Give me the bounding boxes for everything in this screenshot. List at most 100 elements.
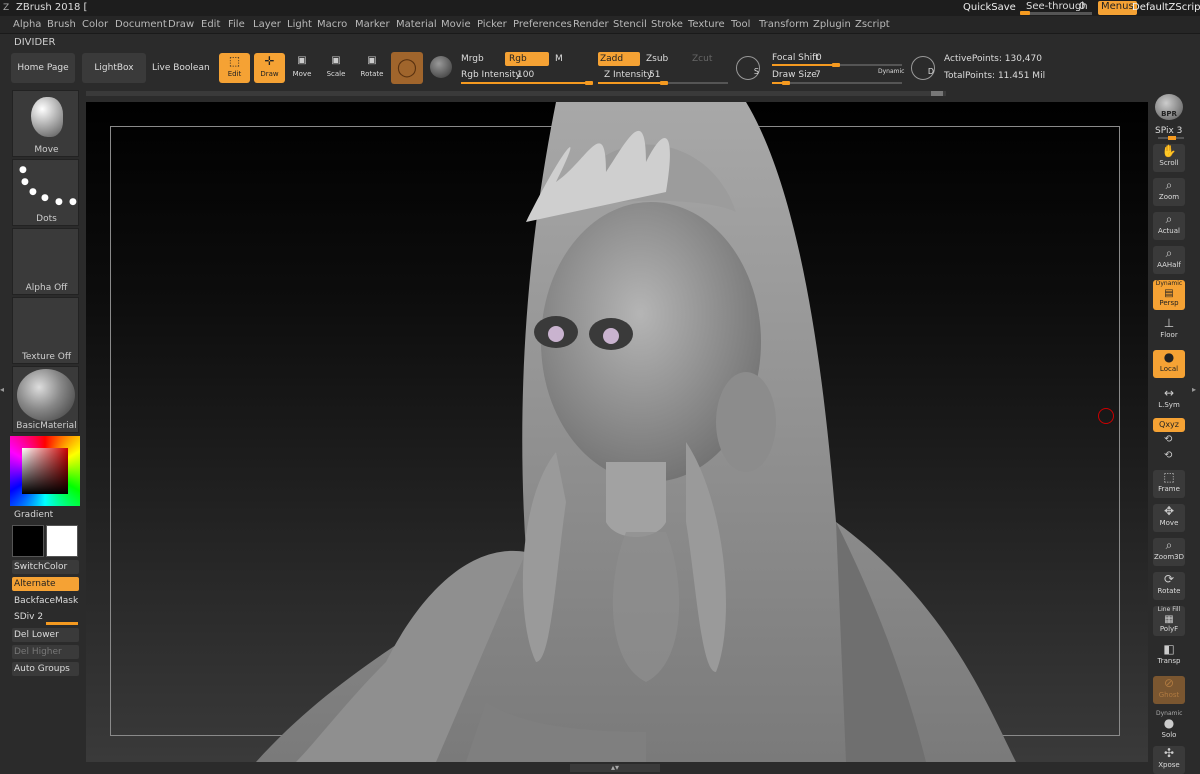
- edit-button[interactable]: ⬚ Edit: [219, 53, 250, 83]
- auto-groups-button[interactable]: Auto Groups: [12, 662, 79, 676]
- texture-label: Texture Off: [21, 352, 72, 362]
- toolbar-scrollbar[interactable]: [86, 91, 946, 96]
- alpha-selector[interactable]: Alpha Off: [12, 228, 79, 295]
- switch-color-button[interactable]: SwitchColor: [12, 560, 79, 574]
- home-page-button[interactable]: Home Page: [11, 53, 75, 83]
- move-view-button[interactable]: ✥ Move: [1153, 504, 1185, 532]
- menu-file[interactable]: File: [228, 19, 245, 30]
- local-button[interactable]: ● Local: [1153, 350, 1185, 378]
- menu-transform[interactable]: Transform: [759, 19, 809, 30]
- rgb-intensity-slider[interactable]: [461, 81, 593, 85]
- move-button[interactable]: ▣ Move: [289, 53, 315, 83]
- spix-slider[interactable]: SPix 3: [1155, 126, 1182, 136]
- solo-button[interactable]: ● Solo: [1153, 716, 1185, 744]
- canvas-viewport[interactable]: [86, 102, 1148, 762]
- rotate-view-button[interactable]: ⟳ Rotate: [1153, 572, 1185, 600]
- menu-texture[interactable]: Texture: [688, 19, 725, 30]
- draw-size-slider[interactable]: [772, 81, 902, 85]
- menu-picker[interactable]: Picker: [477, 19, 507, 30]
- menu-document[interactable]: Document: [115, 19, 167, 30]
- aahalf-button[interactable]: ⌕ AAHalf: [1153, 246, 1185, 274]
- backface-mask-button[interactable]: BackfaceMask: [12, 594, 79, 608]
- ghost-button[interactable]: ⊘ Ghost: [1153, 676, 1185, 704]
- menu-tool[interactable]: Tool: [731, 19, 750, 30]
- del-lower-button[interactable]: Del Lower: [12, 628, 79, 642]
- menu-stroke[interactable]: Stroke: [651, 19, 683, 30]
- live-boolean-button[interactable]: Live Boolean: [152, 63, 210, 73]
- spix-slider-bar[interactable]: [1158, 136, 1184, 140]
- menu-draw[interactable]: Draw: [168, 19, 194, 30]
- sdiv-slider-bar[interactable]: [46, 622, 78, 625]
- menus-button[interactable]: Menus: [1098, 1, 1137, 15]
- frame-button[interactable]: ⬚ Frame: [1153, 470, 1185, 498]
- xyz-button[interactable]: Qxyz: [1153, 418, 1185, 432]
- left-tray-toggle[interactable]: ◂: [0, 385, 6, 405]
- menu-movie[interactable]: Movie: [441, 19, 471, 30]
- primary-color-swatch[interactable]: [12, 525, 44, 557]
- material-swatch-button[interactable]: ◯: [391, 52, 423, 84]
- zoom3d-button[interactable]: ⌕ Zoom3D: [1153, 538, 1185, 566]
- xpose-button[interactable]: ✣ Xpose: [1153, 746, 1185, 774]
- lightbox-label: LightBox: [94, 63, 134, 73]
- menu-zplugin[interactable]: Zplugin: [813, 19, 851, 30]
- polyf-button[interactable]: Line Fill ▦ PolyF: [1153, 606, 1185, 636]
- menu-preferences[interactable]: Preferences: [513, 19, 572, 30]
- draw-button[interactable]: ✛ Draw: [254, 53, 285, 83]
- right-tray-toggle[interactable]: ▸: [1192, 385, 1198, 405]
- quicksave-button[interactable]: QuickSave: [963, 2, 1016, 13]
- rotate-z-icon[interactable]: ⟲: [1164, 450, 1172, 461]
- zadd-button[interactable]: Zadd: [598, 52, 640, 66]
- floor-button[interactable]: ⊥ Floor: [1153, 316, 1185, 344]
- menu-zscript[interactable]: Zscript: [855, 19, 890, 30]
- persp-button[interactable]: Dynamic ▤ Persp: [1153, 280, 1185, 310]
- alternate-button[interactable]: Alternate: [12, 577, 79, 591]
- lsym-button[interactable]: ↔ L.Sym: [1153, 386, 1185, 414]
- m-button[interactable]: M: [555, 54, 563, 64]
- menu-material[interactable]: Material: [396, 19, 437, 30]
- del-higher-button[interactable]: Del Higher: [12, 645, 79, 659]
- rotate-button[interactable]: ▣ Rotate: [358, 53, 386, 83]
- material-selector[interactable]: BasicMaterial: [12, 366, 79, 433]
- menu-stencil[interactable]: Stencil: [613, 19, 647, 30]
- bottom-tray-toggle[interactable]: ▴▾: [570, 764, 660, 772]
- zsub-button[interactable]: Zsub: [646, 54, 668, 64]
- see-through-slider[interactable]: [1020, 11, 1092, 15]
- sculpt-model[interactable]: [86, 102, 1148, 762]
- menu-render[interactable]: Render: [573, 19, 609, 30]
- menu-layer[interactable]: Layer: [253, 19, 281, 30]
- dynamic-label[interactable]: Dynamic: [878, 68, 904, 75]
- menu-brush[interactable]: Brush: [47, 19, 76, 30]
- bpr-button[interactable]: BPR: [1155, 94, 1183, 120]
- menu-alpha[interactable]: Alpha: [13, 19, 41, 30]
- lightbox-button[interactable]: LightBox: [82, 53, 146, 83]
- stroke-selector[interactable]: ● ● ● ● ● ● Dots: [12, 159, 79, 226]
- secondary-color-swatch[interactable]: [46, 525, 78, 557]
- brush-selector[interactable]: Move: [12, 90, 79, 157]
- z-intensity-slider[interactable]: [598, 81, 728, 85]
- polyframe-icon: ▦: [1164, 614, 1174, 625]
- script-name[interactable]: DefaultZScript: [1132, 2, 1200, 13]
- color-sphere-icon[interactable]: [430, 56, 452, 78]
- menu-edit[interactable]: Edit: [201, 19, 220, 30]
- lazy-mouse-icon[interactable]: S: [736, 56, 760, 80]
- zoom-icon: ⌕: [1165, 178, 1173, 192]
- menu-macro[interactable]: Macro: [317, 19, 347, 30]
- mrgb-button[interactable]: Mrgb: [461, 54, 484, 64]
- dynamesh-icon[interactable]: D: [911, 56, 935, 80]
- rotate-y-icon[interactable]: ⟲: [1164, 434, 1172, 445]
- scroll-button[interactable]: ✋ Scroll: [1153, 144, 1185, 172]
- draw-label: Draw: [260, 70, 279, 78]
- menu-marker[interactable]: Marker: [355, 19, 390, 30]
- menu-light[interactable]: Light: [287, 19, 312, 30]
- texture-selector[interactable]: Texture Off: [12, 297, 79, 364]
- color-picker[interactable]: [10, 436, 80, 506]
- gradient-label[interactable]: Gradient: [14, 510, 53, 520]
- actual-button[interactable]: ⌕ Actual: [1153, 212, 1185, 240]
- menu-color[interactable]: Color: [82, 19, 108, 30]
- transp-button[interactable]: ◧ Transp: [1153, 642, 1185, 670]
- zcut-button[interactable]: Zcut: [692, 54, 712, 64]
- rgb-button[interactable]: Rgb: [505, 52, 549, 66]
- focal-shift-slider[interactable]: [772, 63, 902, 67]
- scale-button[interactable]: ▣ Scale: [323, 53, 349, 83]
- zoom-button[interactable]: ⌕ Zoom: [1153, 178, 1185, 206]
